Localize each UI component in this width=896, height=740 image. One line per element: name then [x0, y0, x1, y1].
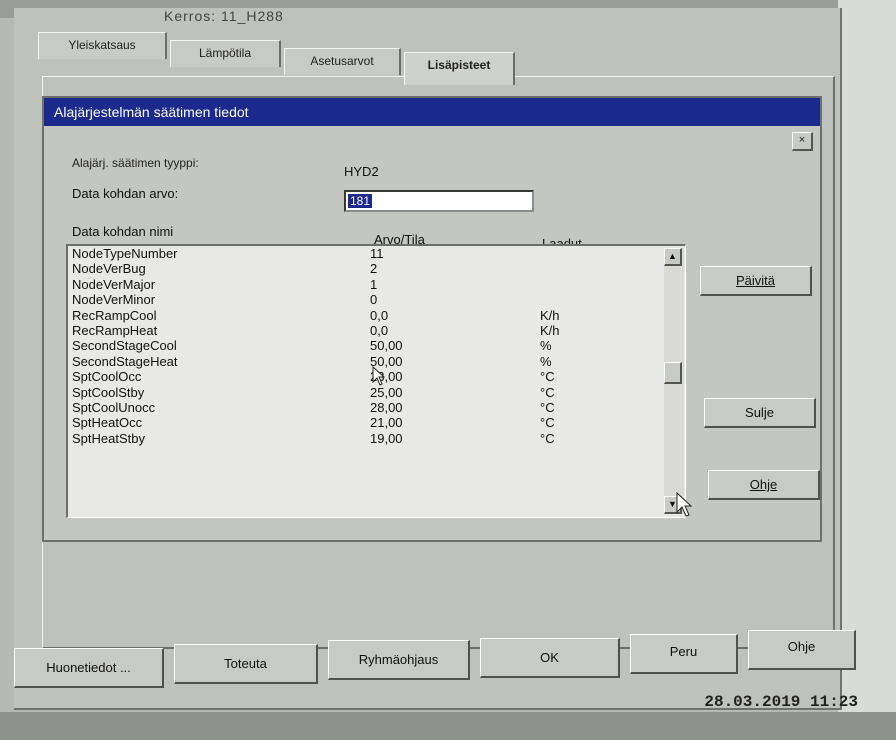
list-item[interactable]: SptCoolStby 25,00 °C [68, 385, 685, 400]
taskbar [0, 712, 896, 740]
list-item-value: 0,0 [370, 307, 389, 323]
data-value-text: 181 [348, 194, 373, 208]
list-item-name: SecondStageHeat [72, 353, 178, 369]
list-item-name: NodeVerMinor [72, 292, 156, 308]
pointer-icon [372, 366, 386, 386]
execute-button[interactable]: Toteuta [174, 644, 318, 684]
list-scrollbar[interactable]: ▲ ▼ [664, 248, 684, 514]
list-item-quality: K/h [540, 322, 560, 338]
list-item[interactable]: SecondStageCool 50,00% [68, 338, 685, 353]
list-item-name: NodeVerMajor [72, 276, 156, 292]
list-item[interactable]: RecRampHeat 0,0 K/h [68, 323, 685, 338]
list-item-quality: °C [540, 369, 555, 385]
list-item[interactable]: RecRampCool 0,0 K/h [68, 308, 685, 323]
list-item-value: 19,00 [370, 430, 403, 446]
group-control-button[interactable]: Ryhmäohjaus [328, 640, 470, 680]
list-item-name: SecondStageCool [72, 338, 177, 354]
list-item-name: SptCoolStby [72, 384, 145, 400]
scroll-up-icon[interactable]: ▲ [664, 248, 682, 266]
data-value-label: Data kohdan arvo: [72, 186, 179, 201]
list-item-name: NodeTypeNumber [72, 246, 178, 261]
background-right-pane [838, 0, 896, 740]
scroll-thumb[interactable] [664, 362, 682, 384]
list-item-quality: °C [540, 415, 555, 431]
close-button[interactable]: Sulje [704, 398, 816, 428]
data-value-field[interactable]: 181 [344, 190, 534, 212]
list-item-quality: °C [540, 399, 555, 415]
list-item[interactable]: SptCoolUnocc 28,00 °C [68, 400, 685, 415]
list-item-name: SptHeatOcc [72, 415, 143, 431]
list-item-value: 50,00 [370, 338, 403, 354]
list-item[interactable]: NodeTypeNumber 11 [68, 246, 685, 261]
list-item-name: NodeVerBug [72, 261, 146, 277]
list-rows: NodeTypeNumber 11 NodeVerBug 2 NodeVerMajor 1… [68, 246, 685, 446]
list-item-name: SptHeatStby [72, 430, 145, 446]
list-item-value: 11 [370, 246, 384, 261]
list-item-quality: % [540, 353, 552, 369]
list-item[interactable]: SptHeatOcc 21,00 °C [68, 415, 685, 430]
list-item-value: 1 [370, 276, 378, 292]
refresh-button[interactable]: Päivitä [700, 266, 812, 296]
footer-help-button[interactable]: Ohje [748, 630, 856, 670]
room-info-button[interactable]: Huonetiedot ... [14, 648, 164, 688]
type-label: Alajärj. säätimen tyyppi: [72, 156, 199, 170]
close-icon[interactable]: × [792, 132, 813, 151]
list-item-name: RecRampHeat [72, 322, 158, 338]
list-item-value: 28,00 [370, 399, 403, 415]
list-item[interactable]: NodeVerMajor 1 [68, 277, 685, 292]
pointer-icon-2 [676, 492, 693, 517]
tab-overview[interactable]: Yleiskatsaus [38, 32, 167, 59]
list-item-quality: °C [540, 384, 555, 400]
list-item-value: 0,0 [370, 322, 389, 338]
controller-info-dialog: Alajärjestelmän säätimen tiedot × Alajär… [42, 96, 822, 542]
list-item-quality: °C [540, 430, 555, 446]
list-item[interactable]: NodeVerMinor 0 [68, 292, 685, 307]
cancel-button[interactable]: Peru [630, 634, 738, 674]
tab-temperature[interactable]: Lämpötila [170, 40, 281, 67]
tab-setpoints[interactable]: Asetusarvot [284, 48, 401, 75]
floor-label: Kerros: 11_H288 [164, 8, 284, 24]
list-item-value: 21,00 [370, 415, 403, 431]
status-datetime: 28.03.2019 11:23 [704, 693, 858, 711]
list-item[interactable]: SptHeatStby 19,00 °C [68, 431, 685, 446]
help-button[interactable]: Ohje [708, 470, 820, 500]
list-item-name: SptCoolOcc [72, 369, 142, 385]
list-item-value: 25,00 [370, 384, 403, 400]
list-item-name: RecRampCool [72, 307, 157, 323]
list-item-quality: K/h [540, 307, 560, 323]
help-label: Ohje [749, 477, 778, 492]
list-item-name: SptCoolUnocc [72, 399, 156, 415]
list-item-quality: % [540, 338, 552, 354]
refresh-label: Päivitä [735, 273, 776, 288]
column-header-name: Data kohdan nimi [72, 224, 174, 239]
ok-button[interactable]: OK [480, 638, 620, 678]
tab-additional-points[interactable]: Lisäpisteet [404, 52, 515, 85]
type-value: HYD2 [344, 164, 379, 179]
dialog-title: Alajärjestelmän säätimen tiedot [44, 98, 820, 126]
list-item-value: 0 [370, 292, 378, 308]
list-item[interactable]: NodeVerBug 2 [68, 261, 685, 276]
list-item-value: 2 [370, 261, 378, 277]
